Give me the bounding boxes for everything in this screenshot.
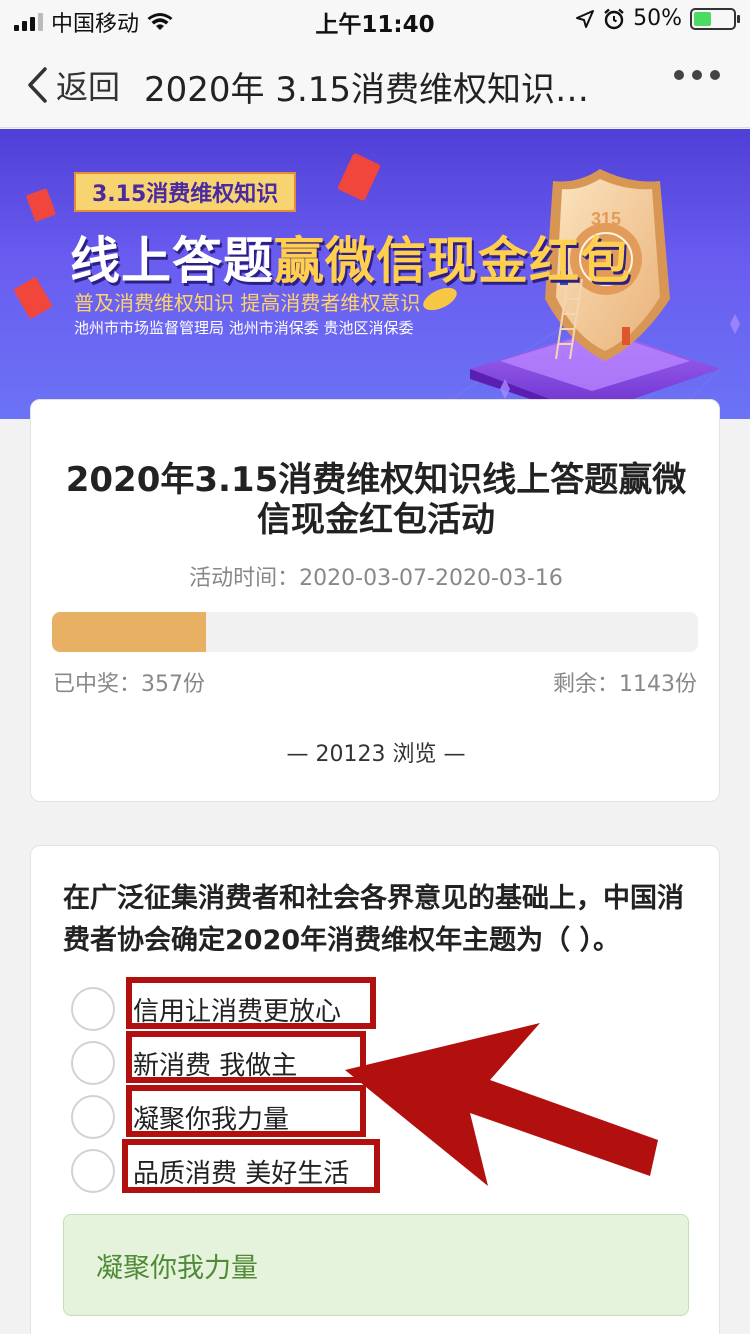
alarm-icon	[604, 8, 624, 29]
view-count: — 20123 浏览 —	[286, 742, 466, 767]
page-title: 2020年 3.15消费维权知识线上答题赢微信现金红包活动	[144, 70, 604, 110]
prize-progress-fill	[52, 612, 206, 652]
activity-title: 2020年3.15消费维权知识线上答题赢微信现金红包活动	[65, 460, 687, 540]
nav-bar: 返回 2020年 3.15消费维权知识线上答题赢微信现金红包活动	[0, 40, 750, 128]
status-bar: 中国移动 上午11:40 50%	[0, 0, 750, 40]
highlight-box	[126, 1085, 366, 1137]
back-button[interactable]: 返回	[26, 62, 120, 108]
chevron-left-icon	[28, 67, 47, 103]
activity-time: 活动时间：2020-03-07-2020-03-16	[189, 566, 563, 591]
remaining-count: 剩余：1143份	[553, 672, 697, 697]
activity-info-card: 2020年3.15消费维权知识线上答题赢微信现金红包活动 活动时间：2020-0…	[30, 399, 720, 802]
banner-headline: 线上答题赢微信现金红包	[70, 232, 631, 290]
question-text: 在广泛征集消费者和社会各界意见的基础上，中国消费者协会确定2020年消费维权年主…	[63, 883, 684, 956]
answer-box: 凝聚你我力量	[63, 1214, 689, 1316]
banner-tag: 3.15消费维权知识	[74, 172, 297, 212]
prize-progress-bar	[52, 612, 698, 652]
banner-subtitle: 普及消费维权知识 提高消费者维权意识	[74, 291, 421, 315]
back-label: 返回	[56, 68, 121, 106]
banner-organizers: 池州市市场监督管理局 池州市消保委 贵池区消保委	[74, 319, 414, 337]
status-right: 50%	[575, 6, 740, 31]
promo-banner: 315 3.15消费维权知识 线上答题赢微信现金红包 普及消费维权知识 提高消费…	[0, 129, 750, 419]
radio-button[interactable]	[71, 1095, 115, 1139]
arrow-pointer-icon	[345, 1023, 658, 1186]
highlight-box	[126, 977, 376, 1029]
location-icon	[576, 9, 595, 28]
checkmark-icon	[83, 1001, 103, 1017]
battery-icon	[690, 7, 740, 30]
more-menu-icon[interactable]	[674, 70, 720, 80]
radio-button[interactable]	[71, 1149, 115, 1193]
won-count: 已中奖：357份	[53, 672, 205, 697]
radio-button[interactable]	[71, 1041, 115, 1085]
battery-percent: 50%	[633, 6, 682, 31]
highlight-box	[126, 1031, 366, 1083]
radio-button[interactable]	[71, 987, 115, 1031]
